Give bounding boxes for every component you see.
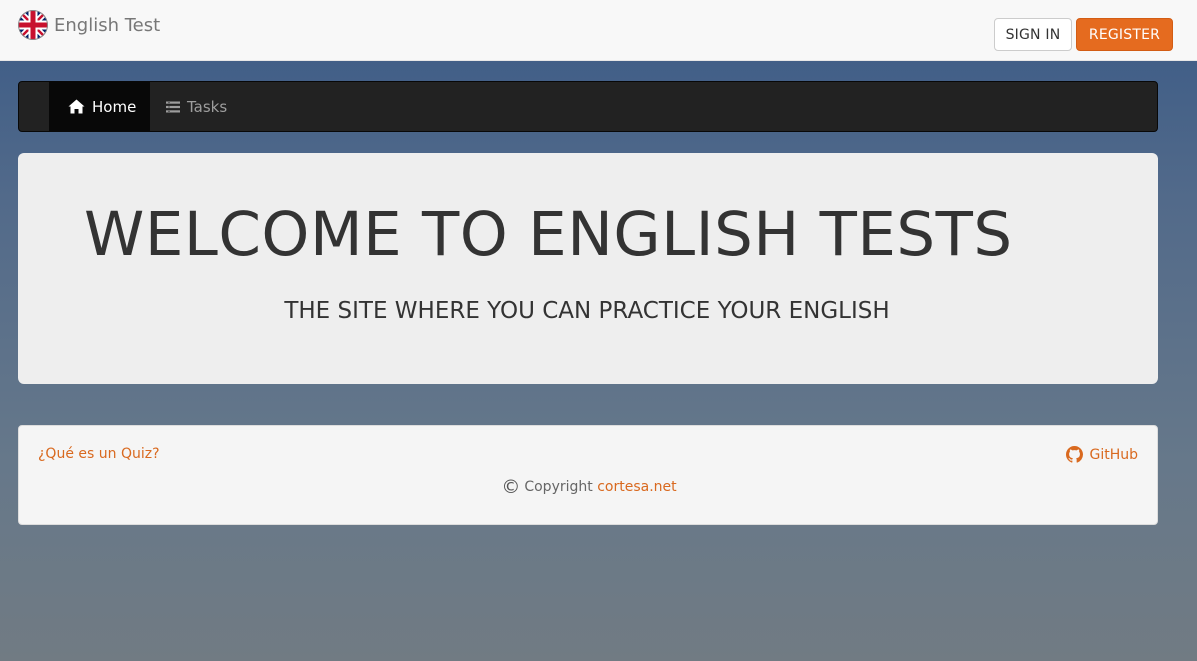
- copyright-text: Copyright: [524, 479, 593, 495]
- page-subtitle-text: THE SITE WHERE YOU CAN PRACTICE YOUR ENG…: [284, 298, 890, 324]
- page-title: WELCOME TO ENGLISH TESTS: [84, 199, 1013, 270]
- footer-panel: ¿Qué es un Quiz? GitHub © Copyright corte…: [18, 425, 1158, 525]
- brand-link[interactable]: English Test: [18, 10, 160, 40]
- main-navbar: Home Tasks: [18, 81, 1158, 132]
- nav-home-label: Home: [92, 97, 137, 116]
- nav-item-home[interactable]: Home: [49, 82, 150, 131]
- nav-item-tasks[interactable]: Tasks: [166, 82, 227, 131]
- copyright-site-link[interactable]: cortesa.net: [597, 479, 676, 495]
- quiz-info-link[interactable]: ¿Qué es un Quiz?: [38, 446, 160, 462]
- sign-in-button[interactable]: SIGN IN: [994, 18, 1072, 51]
- page-subtitle: THE SITE WHERE YOU CAN PRACTICE YOUR ENG…: [18, 298, 1158, 324]
- nav-tasks-label: Tasks: [187, 97, 228, 116]
- copyright-icon: ©: [501, 476, 521, 498]
- welcome-banner: WELCOME TO ENGLISH TESTS THE SITE WHERE …: [18, 153, 1158, 384]
- register-button[interactable]: REGISTER: [1076, 18, 1173, 51]
- github-icon: [1066, 446, 1084, 463]
- github-link[interactable]: GitHub: [1066, 446, 1138, 463]
- github-label: GitHub: [1089, 446, 1138, 463]
- list-icon: [166, 101, 180, 112]
- copyright-line: © Copyright cortesa.net: [19, 476, 1159, 498]
- top-header: English Test SIGN IN REGISTER: [0, 0, 1197, 61]
- uk-flag-icon: [18, 10, 48, 40]
- home-icon: [68, 99, 85, 114]
- brand-title: English Test: [54, 14, 161, 36]
